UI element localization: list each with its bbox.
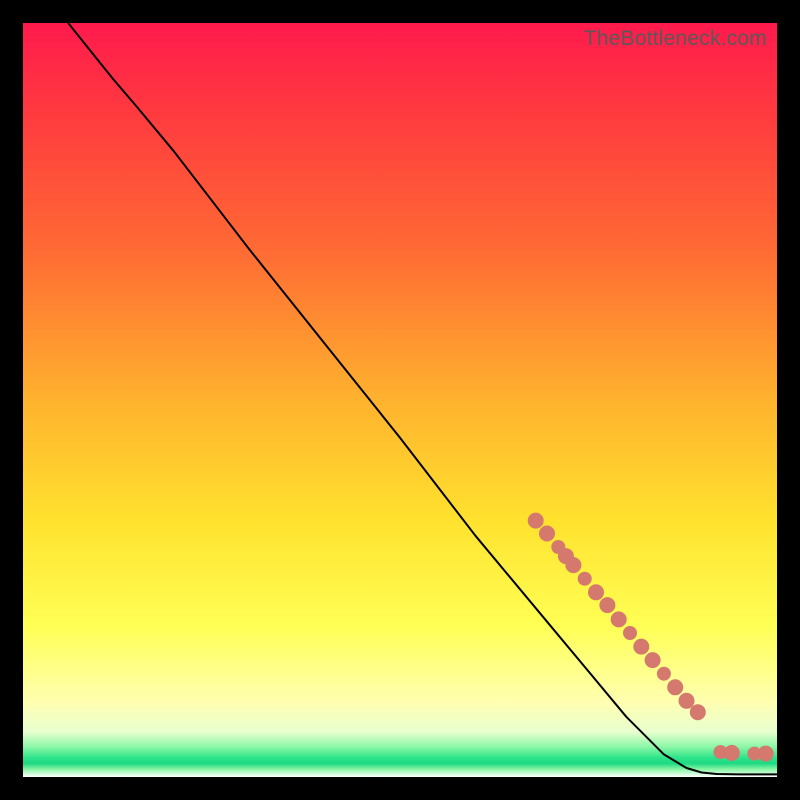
data-marker [633,639,649,655]
data-marker [679,693,695,709]
data-marker [657,667,671,681]
data-marker [611,611,627,627]
data-marker [667,679,683,695]
chart-frame: TheBottleneck.com [0,0,800,800]
data-marker [539,526,555,542]
data-marker [690,704,706,720]
data-marker [565,557,581,573]
data-marker [599,597,615,613]
data-marker [645,652,661,668]
marker-group [528,513,774,762]
data-marker [758,746,774,762]
plot-area: TheBottleneck.com [23,23,777,777]
bottleneck-curve [68,23,777,774]
chart-svg [23,23,777,777]
data-marker [588,584,604,600]
data-marker [578,572,592,586]
data-marker [528,513,544,529]
data-marker [623,626,637,640]
data-marker [724,745,740,761]
